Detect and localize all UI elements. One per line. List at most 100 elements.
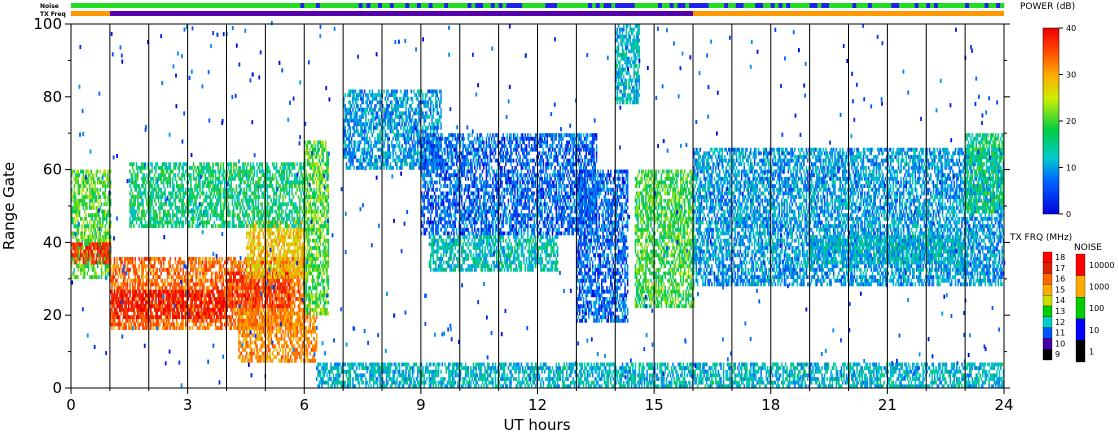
echo-cell [255,275,256,279]
echo-cell [181,173,182,177]
echo-cell [107,272,108,276]
echo-cell [76,173,77,177]
echo-cell [74,199,75,203]
echo-cell [184,195,185,199]
echo-cell [201,166,202,170]
echo-cell [164,162,165,166]
echo-cell [160,264,161,268]
echo-cell [179,221,180,225]
echo-cell [98,242,99,246]
echo-cell [298,290,299,294]
echo-cell [206,268,207,272]
echo-cell [98,261,99,265]
echo-cell [155,213,156,217]
echo-cell [255,297,256,301]
echo-cell [204,173,205,177]
echo-cell [241,293,242,297]
echo-cell [84,275,85,279]
echo-cell [258,242,259,246]
echo-cell [94,188,95,192]
echo-cell [164,221,165,225]
echo-cell [190,173,191,177]
echo-cell [255,221,256,225]
echo-cell [84,202,85,206]
echo-cell [259,231,260,235]
echo-cell [102,210,103,214]
echo-cell [237,173,238,177]
echo-cell [194,319,195,323]
echo-cell [239,275,240,279]
echo-cell [173,322,174,326]
echo-cell [214,308,215,312]
echo-cell [250,272,251,276]
echo-cell [250,326,251,330]
echo-cell [119,308,120,312]
echo-cell [232,312,233,316]
echo-cell [85,253,86,257]
echo-cell [144,264,145,268]
echo-cell [169,221,170,225]
echo-cell [215,210,216,214]
echo-cell [155,282,156,286]
echo-cell [221,297,222,301]
echo-cell [267,257,268,261]
echo-cell [85,261,86,265]
echo-cell [281,301,282,305]
echo-cell [97,199,98,203]
echo-cell [153,272,154,276]
echo-cell [298,246,299,250]
echo-cell [107,173,108,177]
echo-cell [81,239,82,243]
echo-cell [198,293,199,297]
echo-cell [118,312,119,316]
echo-cell [282,228,283,232]
echo-cell [252,272,253,276]
echo-cell [214,282,215,286]
echo-cell [243,275,244,279]
echo-cell [87,221,88,225]
echo-cell [281,304,282,308]
echo-cell [299,297,300,301]
echo-cell [164,322,165,326]
echo-cell [198,177,199,181]
echo-cell [154,217,155,221]
echo-cell [281,235,282,239]
echo-cell [230,166,231,170]
echo-cell [129,257,130,261]
echo-cell [281,261,282,265]
echo-cell [272,293,273,297]
echo-cell [276,290,277,294]
echo-cell [85,213,86,217]
echo-cell [94,217,95,221]
echo-cell [294,293,295,297]
noise-bar-segment [674,3,678,8]
echo-cell [214,210,215,214]
echo-cell [137,272,138,276]
echo-cell [216,210,217,214]
noise-bar-segment [351,3,355,8]
echo-cell [195,282,196,286]
echo-cell [215,301,216,305]
echo-cell [237,264,238,268]
echo-cell [202,290,203,294]
echo-cell [76,261,77,265]
echo-cell [247,261,248,265]
noise-bar-segment [883,3,887,8]
noise-bar-segment [934,3,938,8]
echo-cell [150,257,151,261]
echo-cell [223,213,224,217]
echo-cell [133,286,134,290]
echo-cell [206,312,207,316]
echo-cell [97,188,98,192]
echo-cell [251,242,252,246]
echo-cell [194,195,195,199]
echo-cell [144,177,145,181]
noise-bar-segment [911,3,915,8]
echo-cell [284,282,285,286]
echo-cell [220,290,221,294]
noise-bar-segment [849,3,853,8]
echo-cell [216,315,217,319]
echo-cell [263,272,264,276]
echo-cell [250,282,251,286]
noise-bar-segment [569,3,573,8]
